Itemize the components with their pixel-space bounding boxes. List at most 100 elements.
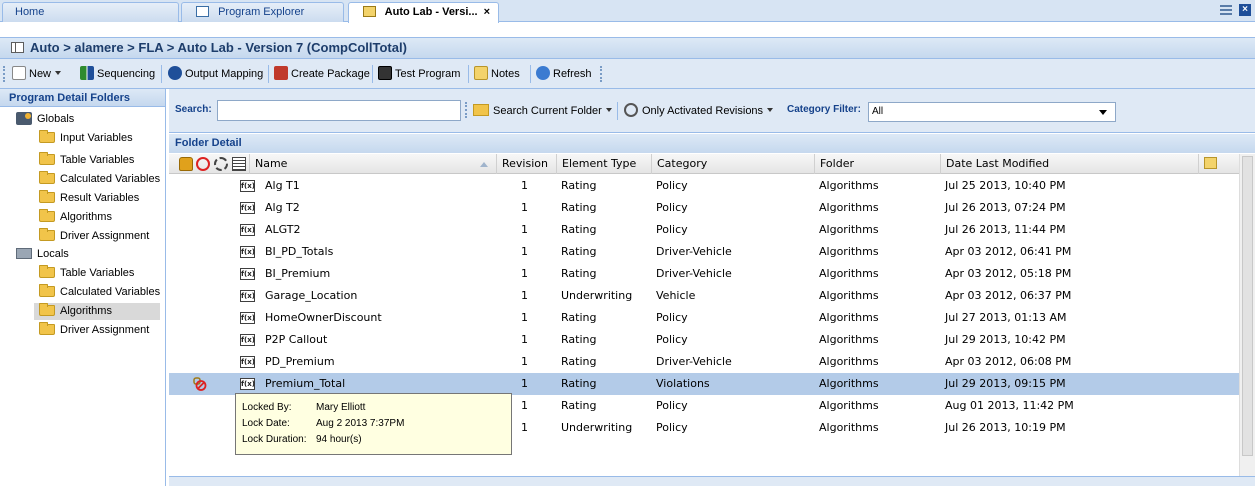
column-date-last-modified[interactable]: Date Last Modified	[940, 154, 1198, 174]
scrollbar-thumb[interactable]	[1242, 156, 1253, 456]
cell-name: PD_Premium	[265, 355, 335, 368]
notes-label: Notes	[491, 68, 520, 80]
tree-node-label: Locals	[37, 248, 69, 260]
refresh-label: Refresh	[553, 68, 592, 80]
sequencing-icon	[80, 66, 94, 80]
tree-node-calculated-variables[interactable]: Calculated Variables	[39, 171, 160, 188]
grid-vertical-scrollbar[interactable]	[1239, 154, 1255, 476]
column-name[interactable]: Name	[249, 154, 494, 174]
column-notes[interactable]	[1198, 154, 1239, 174]
table-row-selected[interactable]: f(x) Premium_Total 1 Rating Violations A…	[169, 373, 1239, 395]
search-input[interactable]	[217, 100, 461, 121]
column-element-type[interactable]: Element Type	[556, 154, 651, 174]
tree-node-driver-assignment[interactable]: Driver Assignment	[39, 228, 149, 245]
toolbar-separator	[468, 65, 469, 83]
cell-folder: Algorithms	[819, 421, 879, 434]
sequencing-button[interactable]: Sequencing	[80, 66, 155, 82]
notes-button[interactable]: Notes	[474, 66, 520, 82]
tree-node-locals-table-variables[interactable]: Table Variables	[39, 265, 134, 282]
algorithm-icon: f(x)	[240, 202, 255, 214]
create-package-button[interactable]: Create Package	[274, 66, 370, 82]
category-filter-value: All	[872, 106, 884, 117]
table-row[interactable]: f(x) Alg T2 1 Rating Policy Algorithms J…	[169, 197, 1239, 219]
cell-revision: 1	[521, 377, 528, 390]
cell-category: Policy	[656, 333, 688, 346]
tab-program-explorer[interactable]: Program Explorer	[181, 2, 344, 22]
algorithm-icon: f(x)	[240, 356, 255, 368]
cell-element-type: Rating	[561, 179, 597, 192]
tab-close-icon[interactable]: ×	[484, 3, 490, 21]
cell-revision: 1	[521, 355, 528, 368]
only-activated-revisions-button[interactable]: Only Activated Revisions	[624, 103, 774, 119]
cell-date: Jul 26 2013, 07:24 PM	[945, 201, 1066, 214]
cell-element-type: Rating	[561, 399, 597, 412]
toolbar-grip	[3, 66, 5, 82]
tree-node-result-variables[interactable]: Result Variables	[39, 190, 139, 207]
test-program-icon	[378, 66, 392, 80]
cell-revision: 1	[521, 223, 528, 236]
tooltip-locked-by-label: Locked By:	[242, 402, 292, 413]
close-all-icon[interactable]: ×	[1239, 4, 1251, 17]
search-folder-icon	[473, 104, 489, 116]
output-mapping-button[interactable]: Output Mapping	[168, 66, 263, 82]
column-category[interactable]: Category	[651, 154, 814, 174]
column-revision[interactable]: Revision	[496, 154, 556, 174]
table-row[interactable]: f(x) BI_Premium 1 Rating Driver-Vehicle …	[169, 263, 1239, 285]
test-program-button[interactable]: Test Program	[378, 66, 460, 82]
tree-node-locals-driver-assignment[interactable]: Driver Assignment	[39, 322, 149, 339]
folder-icon	[39, 265, 55, 278]
grid-icon	[363, 6, 376, 17]
table-row[interactable]: f(x) Garage_Location 1 Underwriting Vehi…	[169, 285, 1239, 307]
search-current-folder-button[interactable]: Search Current Folder	[473, 103, 612, 119]
tree-node-locals-algorithms[interactable]: Algorithms	[34, 303, 160, 320]
cell-category: Vehicle	[656, 289, 696, 302]
cell-folder: Algorithms	[819, 179, 879, 192]
tree-node-locals-calculated-variables[interactable]: Calculated Variables	[39, 284, 160, 301]
cell-element-type: Rating	[561, 333, 597, 346]
cell-folder: Algorithms	[819, 399, 879, 412]
cell-folder: Algorithms	[819, 223, 879, 236]
tab-list-menu-icon[interactable]	[1219, 5, 1232, 16]
refresh-button[interactable]: Refresh	[536, 66, 592, 82]
table-row[interactable]: f(x) BI_PD_Totals 1 Rating Driver-Vehicl…	[169, 241, 1239, 263]
output-mapping-icon	[168, 66, 182, 80]
tab-home[interactable]: Home	[2, 2, 179, 22]
tree-node-input-variables[interactable]: Input Variables	[39, 130, 133, 147]
folder-icon	[39, 152, 55, 165]
cell-element-type: Rating	[561, 201, 597, 214]
category-filter-select[interactable]: All	[868, 102, 1116, 122]
cycle-icon	[214, 157, 228, 171]
cell-category: Policy	[656, 311, 688, 324]
table-row[interactable]: f(x) Alg T1 1 Rating Policy Algorithms J…	[169, 175, 1239, 197]
cell-folder: Algorithms	[819, 311, 879, 324]
column-folder[interactable]: Folder	[814, 154, 940, 174]
tree-node-locals[interactable]: Locals	[16, 246, 69, 263]
tree-node-table-variables[interactable]: Table Variables	[39, 152, 134, 169]
tree-node-algorithms[interactable]: Algorithms	[39, 209, 112, 226]
program-detail-folders-panel: Program Detail Folders Globals Input Var…	[0, 89, 166, 486]
cell-category: Policy	[656, 399, 688, 412]
cell-folder: Algorithms	[819, 377, 879, 390]
table-row[interactable]: f(x) HomeOwnerDiscount 1 Rating Policy A…	[169, 307, 1239, 329]
table-row[interactable]: f(x) P2P Callout 1 Rating Policy Algorit…	[169, 329, 1239, 351]
create-package-icon	[274, 66, 288, 80]
chevron-down-icon	[767, 108, 774, 112]
tab-auto-lab[interactable]: Auto Lab - Versi... ×	[348, 2, 499, 23]
cell-folder: Algorithms	[819, 333, 879, 346]
tree-node-label: Algorithms	[60, 211, 112, 223]
tree-node-globals[interactable]: Globals	[16, 111, 74, 128]
table-row[interactable]: f(x) PD_Premium 1 Rating Driver-Vehicle …	[169, 351, 1239, 373]
algorithm-icon: f(x)	[240, 334, 255, 346]
algorithm-icon: f(x)	[240, 180, 255, 192]
algorithm-icon: f(x)	[240, 312, 255, 324]
refresh-icon	[536, 66, 550, 80]
sort-ascending-icon	[480, 162, 488, 167]
table-row[interactable]: f(x) ALGT2 1 Rating Policy Algorithms Ju…	[169, 219, 1239, 241]
column-folder-label: Folder	[820, 157, 854, 170]
tooltip-lock-date-label: Lock Date:	[242, 418, 290, 429]
cell-date: Apr 03 2012, 06:41 PM	[945, 245, 1072, 258]
category-filter-label: Category Filter:	[787, 104, 861, 115]
tree-node-label: Globals	[37, 113, 75, 125]
tooltip-lock-date: Lock Date: Aug 2 2013 7:37PM	[242, 417, 404, 431]
new-button[interactable]: New	[12, 66, 62, 82]
